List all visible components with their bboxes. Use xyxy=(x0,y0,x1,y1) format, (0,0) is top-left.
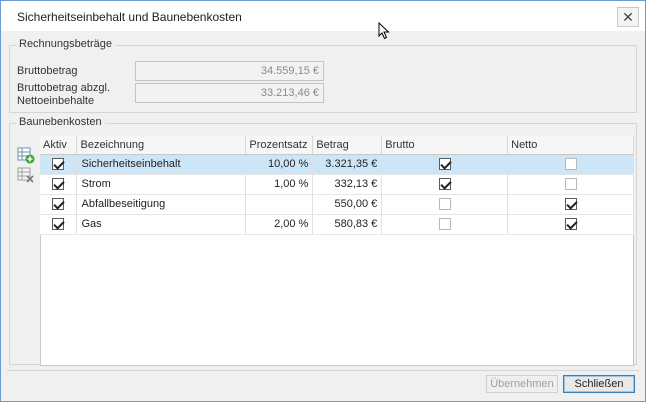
dialog-window: Sicherheitseinbehalt und Baunebenkosten … xyxy=(0,0,646,402)
baunebenkosten-table: Aktiv Bezeichnung Prozentsatz Betrag Bru… xyxy=(40,136,634,235)
prozentsatz-cell[interactable]: 2,00 % xyxy=(245,214,314,235)
brutto-cell[interactable] xyxy=(381,154,509,175)
netto-checkbox[interactable] xyxy=(564,178,577,191)
add-row-icon xyxy=(17,147,35,164)
bezeichnung-cell[interactable]: Strom xyxy=(76,174,247,195)
col-netto[interactable]: Netto xyxy=(507,136,634,155)
netto-cell[interactable] xyxy=(507,214,634,235)
col-prozentsatz[interactable]: Prozentsatz xyxy=(245,136,314,155)
betrag-cell[interactable]: 332,13 € xyxy=(312,174,383,195)
aktiv-cell[interactable] xyxy=(40,214,78,235)
aktiv-checkbox[interactable] xyxy=(52,218,65,231)
col-bezeichnung[interactable]: Bezeichnung xyxy=(76,136,247,155)
netto-checkbox[interactable] xyxy=(564,198,577,211)
aktiv-cell[interactable] xyxy=(40,174,78,195)
apply-button[interactable]: Übernehmen xyxy=(486,375,558,393)
prozentsatz-cell[interactable]: 1,00 % xyxy=(245,174,314,195)
table-row[interactable]: Gas 2,00 % 580,83 € xyxy=(40,214,634,235)
baunebenkosten-title: Baunebenkosten xyxy=(16,116,105,128)
netto-checkbox[interactable] xyxy=(564,158,577,171)
col-betrag[interactable]: Betrag xyxy=(312,136,383,155)
table-row[interactable]: Strom 1,00 % 332,13 € xyxy=(40,174,634,195)
window-title: Sicherheitseinbehalt und Baunebenkosten xyxy=(17,10,242,24)
bezeichnung-cell[interactable]: Gas xyxy=(76,214,247,235)
col-brutto[interactable]: Brutto xyxy=(381,136,509,155)
brutto-cell[interactable] xyxy=(381,174,509,195)
aktiv-cell[interactable] xyxy=(40,154,78,175)
aktiv-checkbox[interactable] xyxy=(52,158,65,171)
rechnungsbetraege-group: Rechnungsbeträge Bruttobetrag 34.559,15 … xyxy=(9,38,637,113)
prozentsatz-cell[interactable] xyxy=(245,194,314,215)
mouse-pointer-icon xyxy=(378,22,390,40)
aktiv-checkbox[interactable] xyxy=(52,178,65,191)
brutto-cell[interactable] xyxy=(381,194,509,215)
delete-row-button[interactable] xyxy=(16,165,36,185)
title-bar[interactable]: Sicherheitseinbehalt und Baunebenkosten … xyxy=(1,1,645,31)
footer-divider xyxy=(7,370,639,371)
netto-cell[interactable] xyxy=(507,194,634,215)
add-row-button[interactable] xyxy=(16,145,36,165)
netto-checkbox[interactable] xyxy=(564,218,577,231)
betrag-cell[interactable]: 3.321,35 € xyxy=(312,154,383,175)
betrag-cell[interactable]: 580,83 € xyxy=(312,214,383,235)
netto-field[interactable]: 33.213,46 € xyxy=(135,83,324,103)
netto-label-line1: Bruttobetrag abzgl. xyxy=(17,82,110,94)
aktiv-cell[interactable] xyxy=(40,194,78,215)
brutto-cell[interactable] xyxy=(381,214,509,235)
delete-row-icon xyxy=(17,167,34,183)
netto-label-line2: Nettoeinbehalte xyxy=(17,95,95,107)
close-window-button[interactable]: ✕ xyxy=(617,7,639,27)
rechnungsbetraege-title: Rechnungsbeträge xyxy=(16,38,115,50)
table-row[interactable]: Sicherheitseinbehalt 10,00 % 3.321,35 € xyxy=(40,154,634,175)
brutto-checkbox[interactable] xyxy=(438,178,451,191)
col-aktiv[interactable]: Aktiv xyxy=(40,136,78,155)
table-row[interactable]: Abfallbeseitigung 550,00 € xyxy=(40,194,634,215)
prozentsatz-cell[interactable]: 10,00 % xyxy=(245,154,314,175)
netto-cell[interactable] xyxy=(507,154,634,175)
brutto-checkbox[interactable] xyxy=(438,218,451,231)
bruttobetrag-label: Bruttobetrag xyxy=(17,65,78,77)
bezeichnung-cell[interactable]: Sicherheitseinbehalt xyxy=(76,154,247,175)
aktiv-checkbox[interactable] xyxy=(52,198,65,211)
brutto-checkbox[interactable] xyxy=(438,158,451,171)
bruttobetrag-field[interactable]: 34.559,15 € xyxy=(135,61,324,81)
table-header-row: Aktiv Bezeichnung Prozentsatz Betrag Bru… xyxy=(40,136,634,155)
brutto-checkbox[interactable] xyxy=(438,198,451,211)
bezeichnung-cell[interactable]: Abfallbeseitigung xyxy=(76,194,247,215)
betrag-cell[interactable]: 550,00 € xyxy=(312,194,383,215)
netto-cell[interactable] xyxy=(507,174,634,195)
close-button[interactable]: Schließen xyxy=(563,375,635,393)
